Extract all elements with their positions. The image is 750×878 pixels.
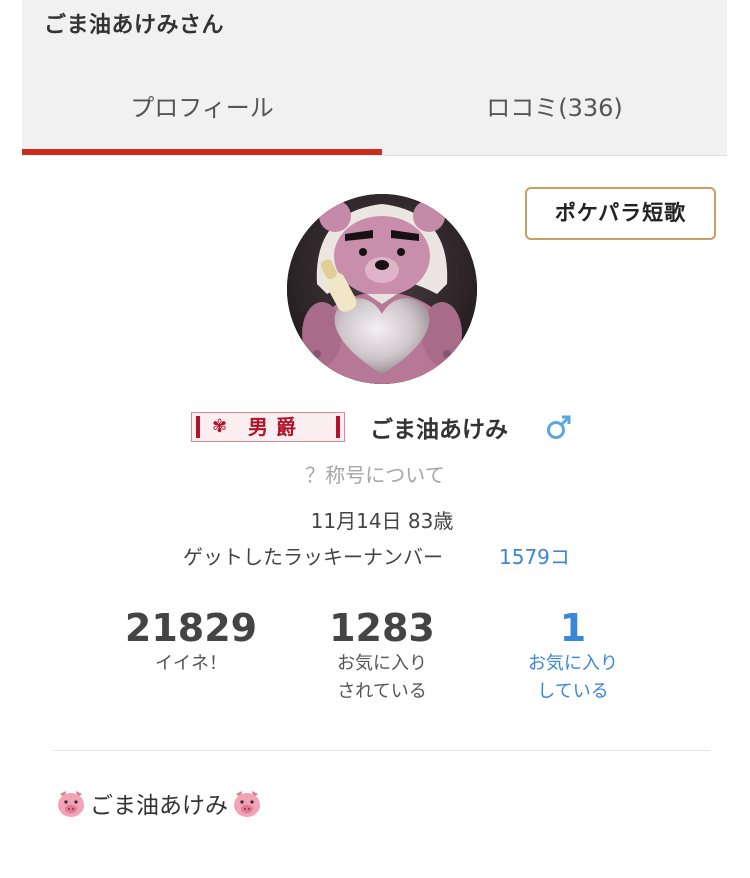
pig-face-icon xyxy=(234,791,260,817)
rank-badge-right-bar xyxy=(336,416,340,438)
page-title: ごま油あけみさん xyxy=(44,13,225,38)
lucky-number-value[interactable]: 1579コ xyxy=(499,541,570,570)
favoriting-label-line-1[interactable]: お気に入り xyxy=(473,650,673,678)
section-divider xyxy=(53,750,710,751)
avatar[interactable] xyxy=(287,194,477,384)
likes-stat: 21829 イイネ！ xyxy=(91,606,291,678)
bio-text: ごま油あけみ xyxy=(90,793,228,819)
pokepara-tanka-button[interactable]: ポケパラ短歌 xyxy=(525,187,716,240)
active-tab-indicator xyxy=(22,149,382,155)
tab-reviews[interactable]: ロコミ(336) xyxy=(382,88,727,123)
title-info-link[interactable]: ？称号について xyxy=(0,459,750,488)
lucky-number-label: ゲットしたラッキーナンバー xyxy=(183,545,443,569)
profile-header: ごま油あけみさん プロフィール ロコミ(336) xyxy=(22,0,727,156)
bio: ごま油あけみ xyxy=(55,786,263,820)
teddy-bear-avatar-icon xyxy=(287,194,477,384)
rank-badge: ✾ 男爵 xyxy=(191,412,345,442)
favoriting-stat[interactable]: 1 お気に入り している xyxy=(473,606,673,706)
favorited-stat: 1283 お気に入り されている xyxy=(282,606,482,706)
favorited-count: 1283 xyxy=(329,606,435,650)
male-symbol-icon xyxy=(547,415,571,439)
flower-crest-icon: ✾ xyxy=(212,416,228,437)
favorited-label-line-2: されている xyxy=(337,681,427,702)
tab-bar-border xyxy=(382,155,727,156)
user-name: ごま油あけみ xyxy=(370,417,508,443)
favoriting-count[interactable]: 1 xyxy=(473,606,673,650)
favoriting-label-line-2[interactable]: している xyxy=(473,678,673,706)
likes-count: 21829 xyxy=(124,606,258,650)
tab-profile[interactable]: プロフィール xyxy=(22,88,382,123)
pig-face-icon xyxy=(58,791,84,817)
rank-badge-left-bar xyxy=(196,416,200,438)
favorited-label-line-1: お気に入り xyxy=(337,653,427,674)
rank-label: 男爵 xyxy=(248,415,304,439)
likes-label: イイネ！ xyxy=(155,653,227,674)
birthday-age: 11月14日 83歳 xyxy=(310,509,454,533)
